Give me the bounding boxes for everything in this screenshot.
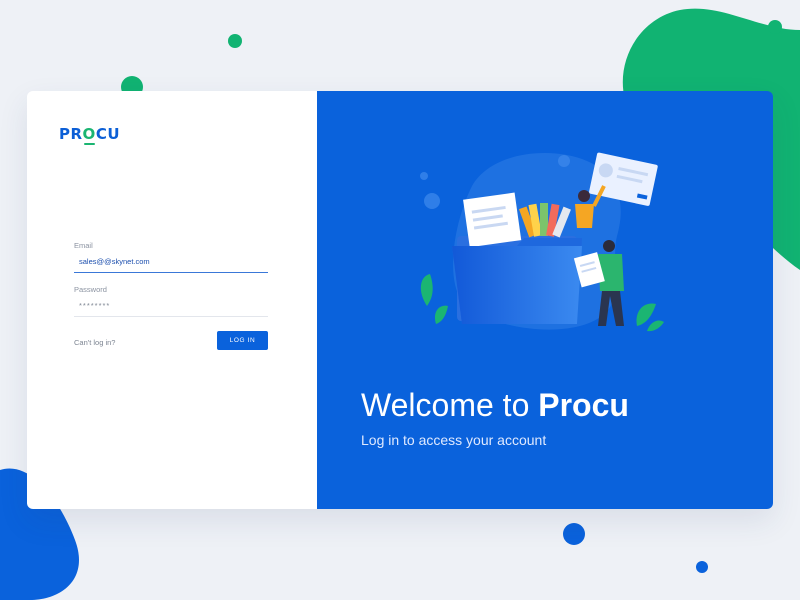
- welcome-brand: Procu: [538, 387, 629, 423]
- bubble: [424, 193, 440, 209]
- folder-illustration: [420, 152, 664, 332]
- logo-text: CU: [95, 125, 121, 143]
- cant-login-link[interactable]: Can't log in?: [74, 338, 115, 347]
- bubble: [420, 172, 428, 180]
- plant-right: [636, 303, 664, 332]
- email-field-group: Email: [74, 241, 268, 273]
- logo-text: PR: [59, 125, 83, 143]
- password-field-group: Password: [74, 285, 268, 317]
- bubble: [558, 155, 570, 167]
- blue-dot: [696, 561, 708, 573]
- plant-left: [420, 274, 448, 324]
- paper-sheet: [463, 192, 522, 248]
- procu-logo: PR O CU: [59, 125, 121, 145]
- green-dot: [228, 34, 242, 48]
- blue-dot: [563, 523, 585, 545]
- green-dot: [768, 20, 782, 34]
- login-card: PROCU Email Password Can't log in? LOG I…: [27, 91, 773, 509]
- logo-o: O: [82, 125, 96, 145]
- login-button[interactable]: LOG IN: [217, 331, 268, 350]
- email-label: Email: [74, 241, 93, 250]
- welcome-prefix: Welcome to: [361, 387, 539, 423]
- email-input[interactable]: [74, 253, 268, 273]
- login-panel: PROCU Email Password Can't log in? LOG I…: [27, 91, 317, 509]
- welcome-heading: Welcome to Procu: [361, 387, 629, 424]
- welcome-subtitle: Log in to access your account: [361, 432, 547, 448]
- folder-front-shade: [452, 246, 582, 324]
- logo-o-text: O: [82, 125, 96, 143]
- password-input[interactable]: [74, 297, 268, 317]
- welcome-panel: Welcome to Procu Log in to access your a…: [317, 91, 773, 509]
- password-label: Password: [74, 285, 107, 294]
- logo-underline: [83, 143, 95, 145]
